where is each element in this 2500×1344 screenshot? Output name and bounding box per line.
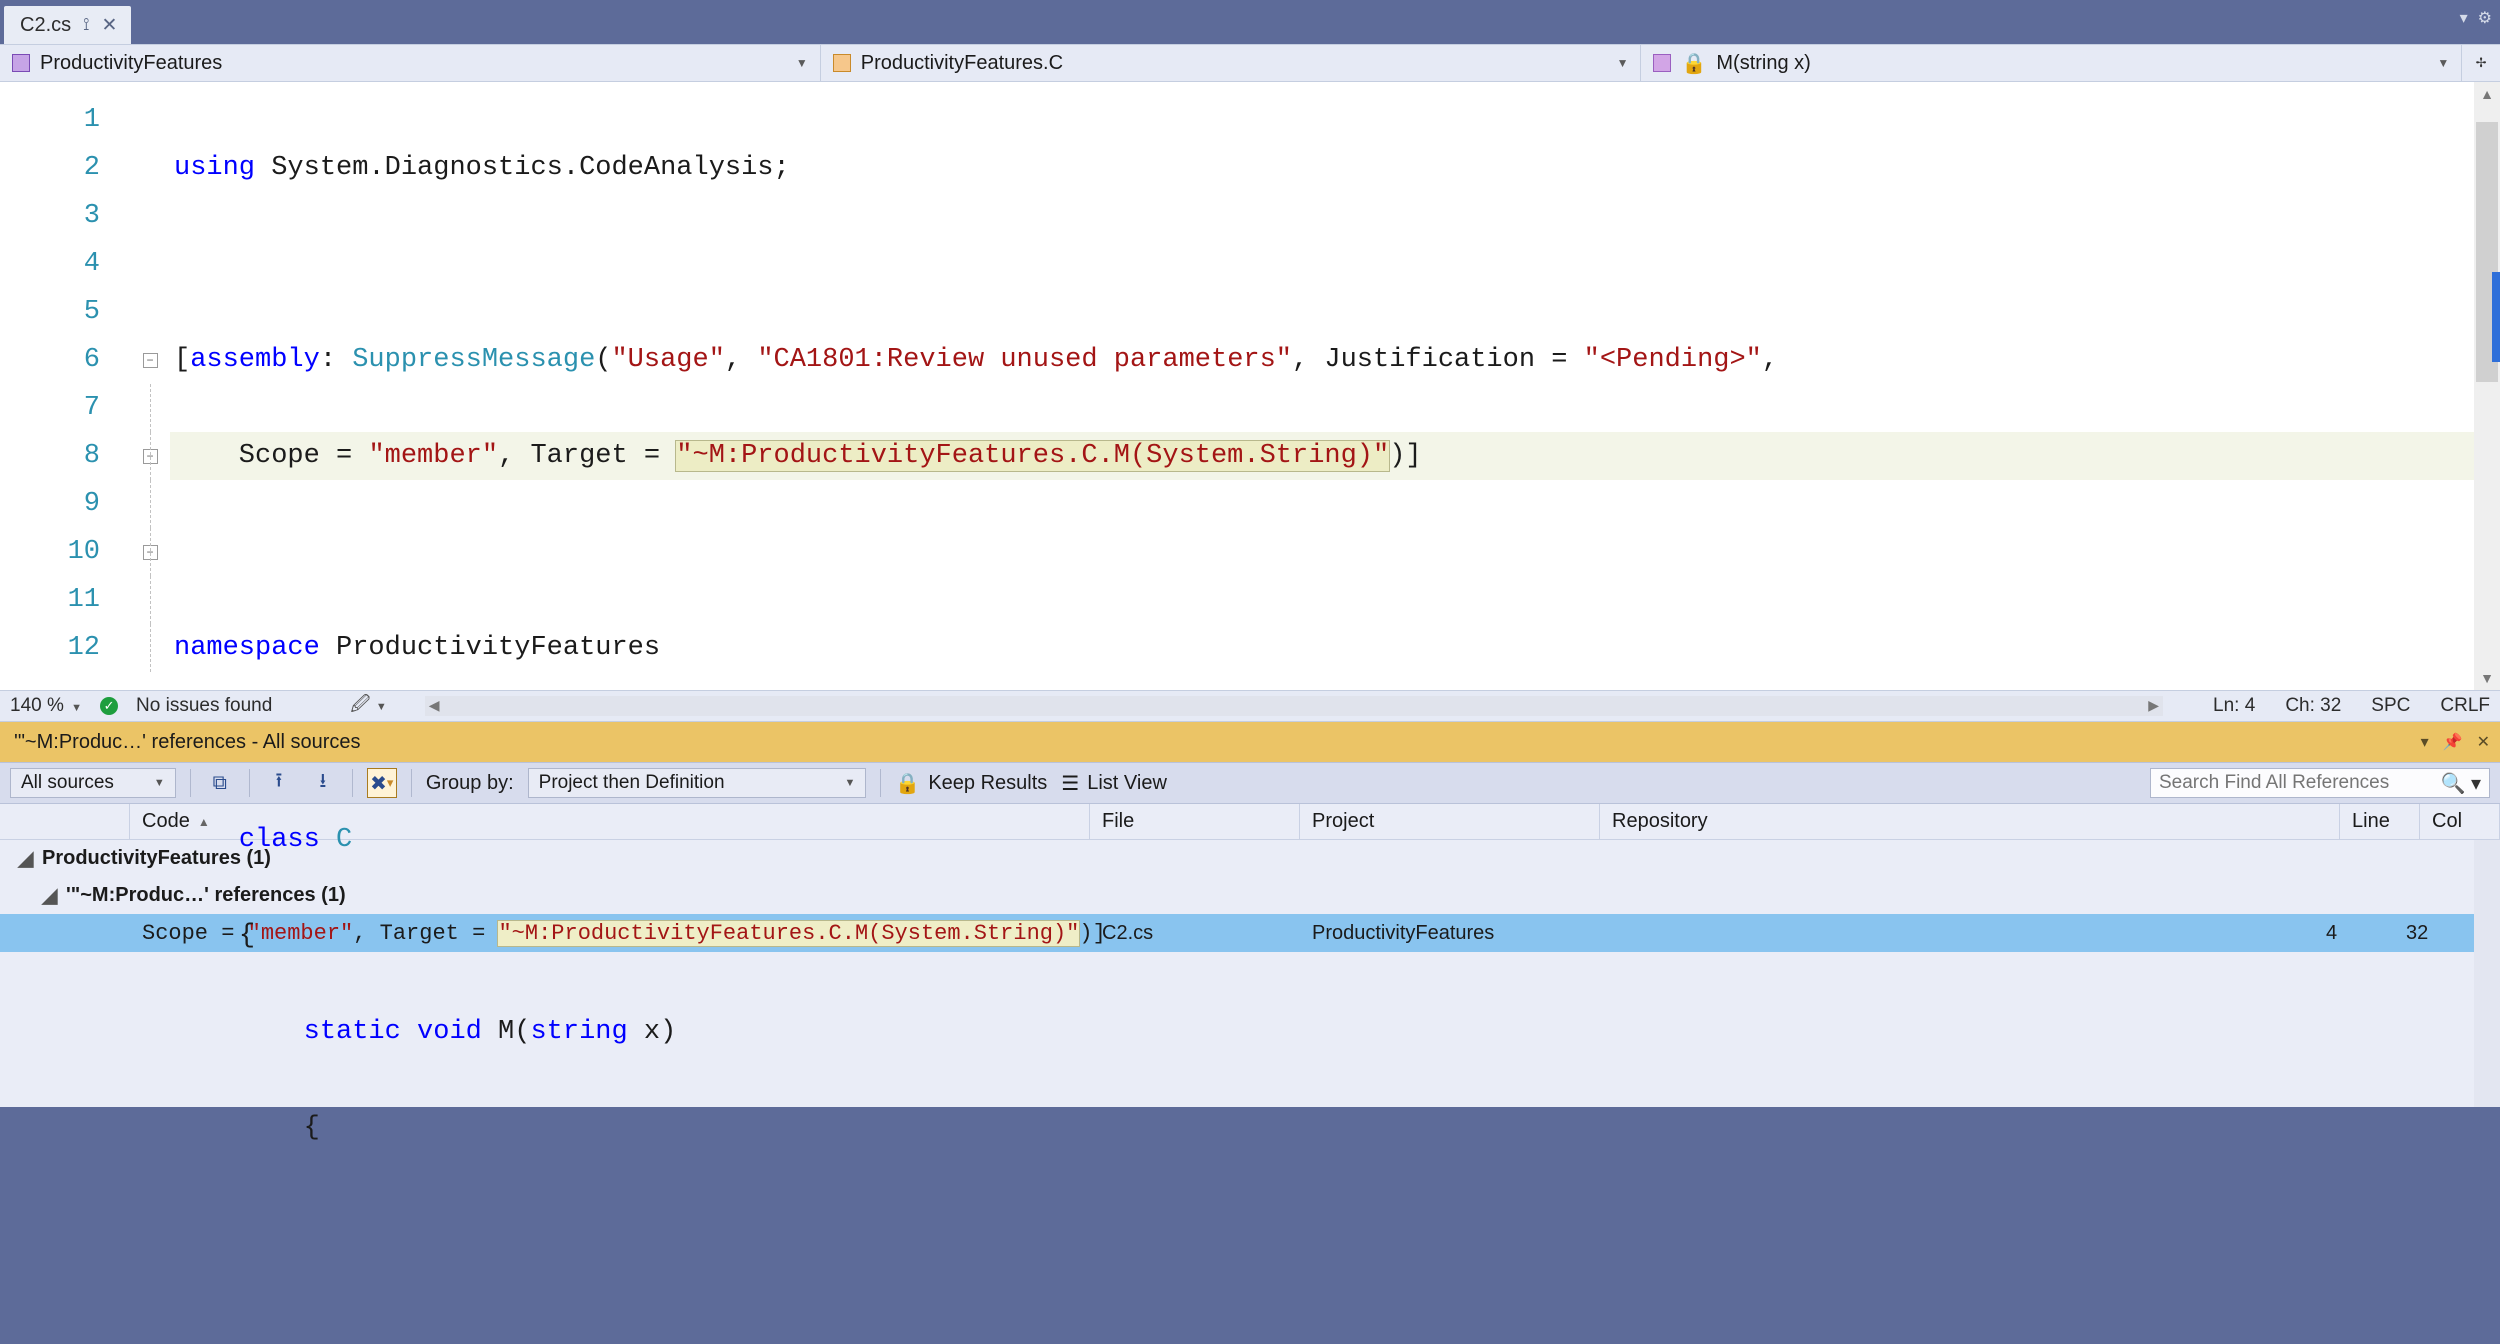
close-icon[interactable]: ✕	[101, 14, 117, 37]
nav-class[interactable]: ProductivityFeatures.C ▼	[821, 45, 1642, 81]
line-number-gutter: 1 2 3 4 5 6 7 8 9 10 11 12	[0, 82, 130, 690]
nav-class-label: ProductivityFeatures.C	[861, 52, 1063, 75]
split-editor-button[interactable]: ✢	[2462, 45, 2500, 81]
close-icon[interactable]: ✕	[2477, 732, 2490, 752]
references-title-text: '"~M:Produc…' references - All sources	[14, 731, 361, 754]
chevron-down-icon: ▼	[796, 56, 808, 70]
chevron-down-icon[interactable]: ▾	[2421, 732, 2429, 752]
code-editor[interactable]: 1 2 3 4 5 6 7 8 9 10 11 12 − − − using S…	[0, 82, 2500, 690]
references-panel-title: '"~M:Produc…' references - All sources ▾…	[0, 722, 2500, 762]
horizontal-scrollbar[interactable]: ◀▶	[425, 696, 2163, 716]
fold-toggle[interactable]: −	[143, 449, 158, 464]
source-filter-combo[interactable]: All sources▼	[10, 768, 176, 798]
nav-namespace[interactable]: ProductivityFeatures ▼	[0, 45, 821, 81]
chevron-down-icon: ◢	[18, 846, 32, 871]
chevron-down-icon: ◢	[42, 883, 56, 908]
zoom-level[interactable]: 140 % ▼	[10, 695, 82, 717]
fold-column[interactable]: − − −	[130, 82, 170, 690]
ok-check-icon: ✓	[100, 697, 118, 715]
tab-overflow-icon[interactable]: ▾	[2460, 8, 2468, 28]
document-tab-strip: C2.cs ⟟ ✕ ▾ ⚙	[0, 0, 2500, 44]
overview-ruler[interactable]: ▲ ▼	[2474, 82, 2500, 690]
chevron-down-icon: ▼	[1617, 56, 1629, 70]
document-tab-filename: C2.cs	[20, 14, 71, 37]
nav-namespace-label: ProductivityFeatures	[40, 52, 222, 75]
method-icon	[1653, 54, 1671, 72]
nav-member[interactable]: 🔒 M(string x) ▼	[1641, 45, 2462, 81]
nav-member-label: M(string x)	[1716, 52, 1810, 75]
change-marker	[2492, 272, 2500, 362]
chevron-down-icon: ▼	[2437, 56, 2449, 70]
settings-gear-icon[interactable]: ⚙	[2478, 8, 2492, 28]
fold-toggle[interactable]: −	[143, 353, 158, 368]
class-icon	[833, 54, 851, 72]
code-content[interactable]: using System.Diagnostics.CodeAnalysis; […	[170, 82, 2474, 690]
references-vertical-scrollbar[interactable]	[2474, 840, 2500, 1107]
csharp-icon	[12, 54, 30, 72]
fold-toggle[interactable]: −	[143, 545, 158, 560]
document-tab[interactable]: C2.cs ⟟ ✕	[4, 6, 131, 44]
pin-icon[interactable]: 📌	[2443, 732, 2463, 752]
pin-icon[interactable]: ⟟	[83, 15, 89, 35]
code-navigation-bar: ProductivityFeatures ▼ ProductivityFeatu…	[0, 44, 2500, 82]
